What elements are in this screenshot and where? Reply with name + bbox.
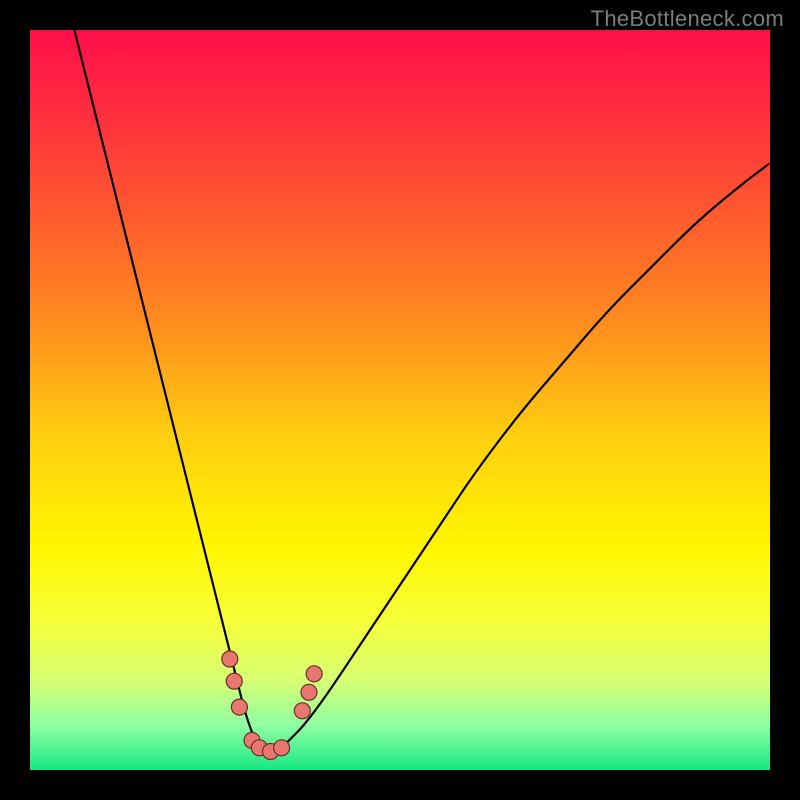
marker-point <box>226 673 242 689</box>
chart-svg <box>30 30 770 770</box>
marker-point <box>301 684 317 700</box>
marker-point <box>222 651 238 667</box>
chart-plot <box>30 30 770 770</box>
marker-point <box>274 740 290 756</box>
chart-frame: TheBottleneck.com <box>0 0 800 800</box>
marker-point <box>231 699 247 715</box>
marker-point <box>306 666 322 682</box>
marker-point <box>294 703 310 719</box>
gradient-background <box>30 30 770 770</box>
watermark-text: TheBottleneck.com <box>591 6 784 32</box>
